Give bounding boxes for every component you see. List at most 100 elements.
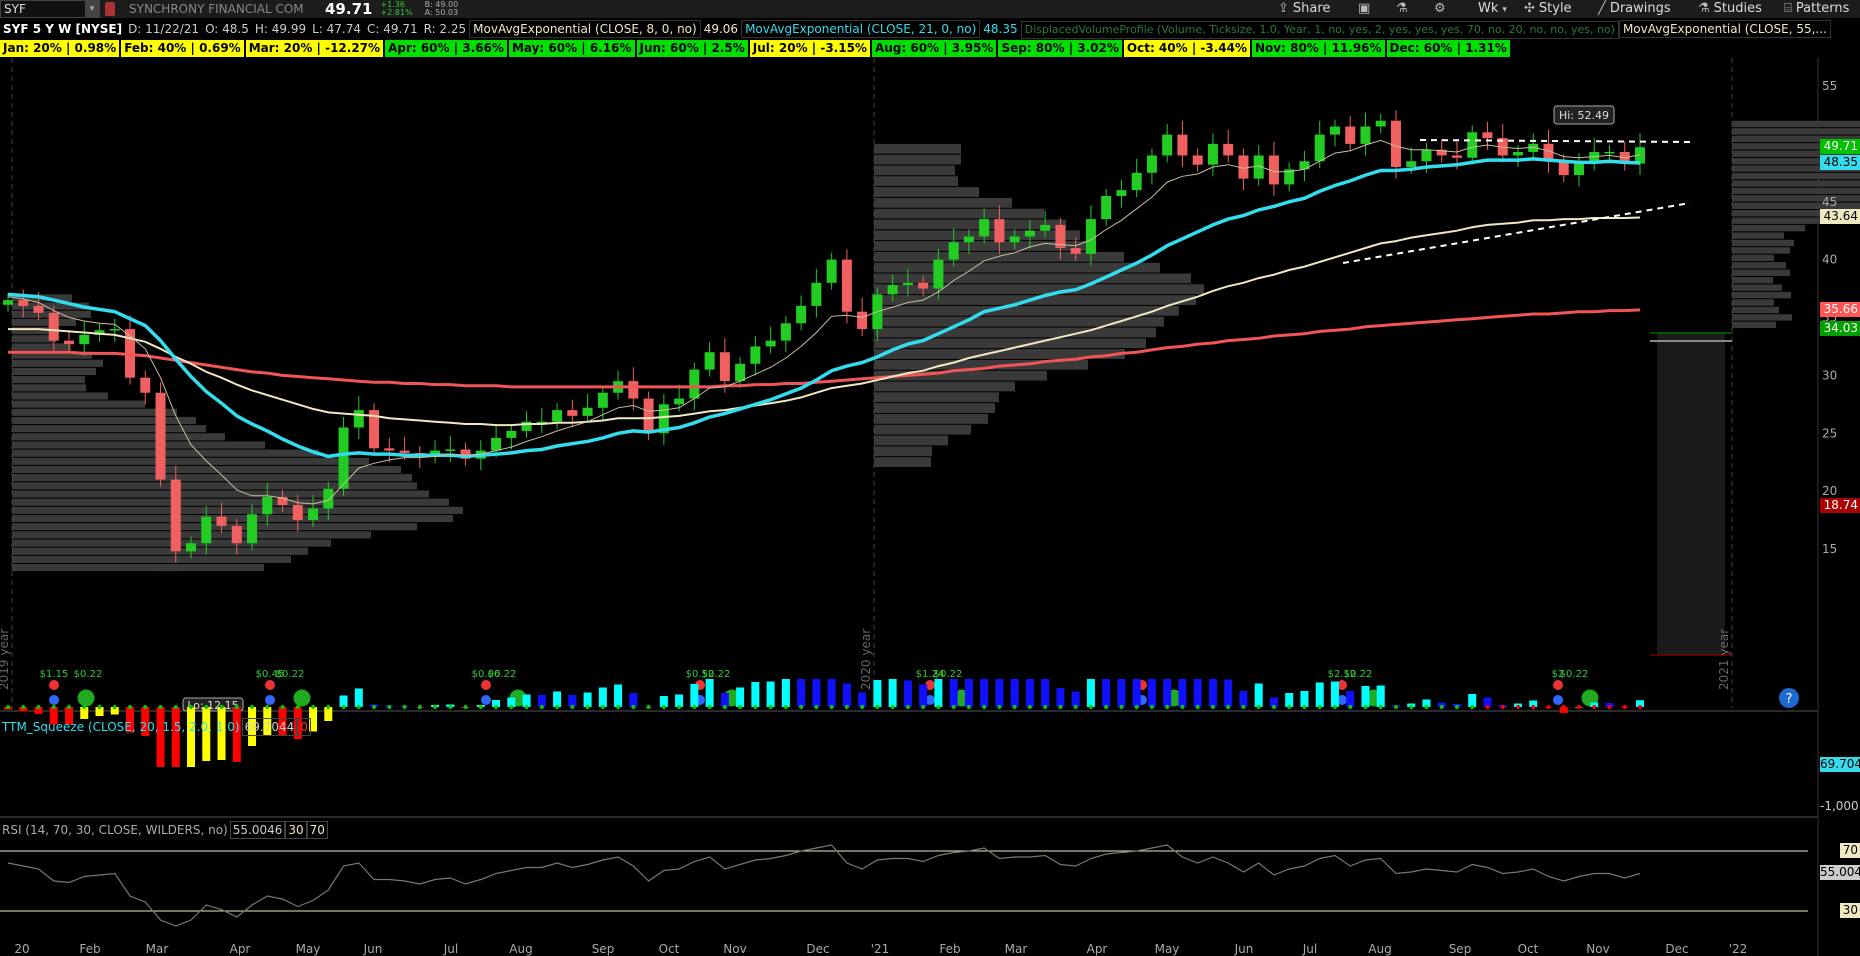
year-labels: 2019 year 2020 year 2021 year xyxy=(0,629,1731,690)
rsi-line[interactable] xyxy=(7,844,1641,927)
info-icon[interactable] xyxy=(49,695,59,705)
squeeze-bar xyxy=(629,693,638,707)
patterns-button[interactable]: ⌸ Patterns xyxy=(1784,0,1849,18)
squeeze-dot xyxy=(173,705,178,709)
candle xyxy=(1070,248,1081,254)
link-color-icon[interactable] xyxy=(105,2,115,16)
drawings-button[interactable]: ╱ Drawings xyxy=(1598,0,1671,18)
dividend-icon[interactable] xyxy=(77,689,95,707)
volume-profile-bar xyxy=(12,433,225,441)
candle xyxy=(1421,149,1432,162)
squeeze-bar xyxy=(1102,679,1111,707)
squeeze-dot xyxy=(692,705,697,709)
squeeze-dot xyxy=(631,705,636,709)
ema21-line[interactable] xyxy=(7,157,1641,459)
time-tick-label: Nov xyxy=(723,942,746,956)
studies-label: Studies xyxy=(1713,1,1762,16)
candle xyxy=(201,516,212,544)
low-readout: L: 47.74 xyxy=(312,22,362,36)
squeeze-bar xyxy=(324,707,333,721)
ema21-study-label[interactable]: MovAvgExponential (CLOSE, 21, 0, no) xyxy=(741,20,981,38)
squeeze-bar xyxy=(1056,688,1065,707)
volume-profile-bar xyxy=(12,547,308,555)
squeeze-bar xyxy=(1041,679,1050,707)
dividend-icon[interactable] xyxy=(293,689,311,707)
candle xyxy=(582,407,593,416)
timeframe-button[interactable]: Wk ▾ xyxy=(1478,0,1511,18)
info-icon[interactable] xyxy=(481,695,491,705)
candle xyxy=(948,242,959,260)
earnings-icon[interactable] xyxy=(265,680,275,690)
candle xyxy=(857,311,868,330)
volume-profile-bar xyxy=(12,376,85,384)
squeeze-bar xyxy=(1254,683,1263,707)
squeeze-dot xyxy=(921,705,926,709)
candle xyxy=(1207,143,1218,165)
seasonality-month-11: Nov: 80% | 11.96% xyxy=(1252,40,1385,57)
candle xyxy=(735,363,746,382)
volume-profile-bar xyxy=(874,187,979,197)
help-icon-glyph: ? xyxy=(1786,692,1793,707)
symbol-input[interactable]: SYF ▾ xyxy=(0,0,100,18)
open-readout: O: 48.5 xyxy=(205,22,249,36)
net-change: +1.36 +2.81% xyxy=(380,1,412,17)
info-icon[interactable] xyxy=(265,695,275,705)
info-icon[interactable] xyxy=(1553,695,1563,705)
ema55-line[interactable] xyxy=(8,216,1641,427)
time-tick-label: '22 xyxy=(1729,942,1748,956)
squeeze-dot xyxy=(448,705,453,709)
dividend-label: $0.22 xyxy=(488,669,517,680)
rsi-lower-level: 30 xyxy=(285,821,307,839)
ema55-study-label[interactable]: MovAvgExponential (CLOSE, 55,... xyxy=(1618,20,1831,38)
squeeze-dot xyxy=(966,705,971,709)
grid-button[interactable]: ▣ xyxy=(1358,0,1374,18)
squeeze-bar xyxy=(964,679,973,707)
share-button[interactable]: ⇪ Share xyxy=(1278,0,1330,18)
candle xyxy=(64,340,75,345)
flask-button[interactable]: ⚗ xyxy=(1396,0,1412,18)
candle xyxy=(231,525,242,544)
earnings-icon[interactable] xyxy=(481,680,491,690)
time-tick-label: Nov xyxy=(1586,942,1609,956)
ema8-line[interactable] xyxy=(7,139,1641,505)
rsi-study-label[interactable]: RSI (14, 70, 30, CLOSE, WILDERS, no) xyxy=(0,822,230,838)
volume-profile-bar xyxy=(12,400,145,408)
squeeze-bar xyxy=(1300,691,1309,707)
volume-profile-bar xyxy=(1732,202,1860,210)
moving-averages xyxy=(7,139,1641,505)
squeeze-dot xyxy=(585,705,590,709)
squeeze-bar xyxy=(903,680,912,707)
seasonality-month-4: Apr: 60% | 3.66% xyxy=(385,40,507,57)
trendline-lower[interactable] xyxy=(1342,202,1691,264)
price-tick-label: 20 xyxy=(1822,484,1837,498)
studies-button[interactable]: ⚗ Studies xyxy=(1698,0,1762,18)
squeeze-dot xyxy=(341,705,346,709)
price-tick-label: 45 xyxy=(1822,195,1837,209)
style-button[interactable]: ✣ Style xyxy=(1524,0,1572,18)
grid-icon: ▣ xyxy=(1358,1,1371,16)
earnings-icon[interactable] xyxy=(1553,680,1563,690)
volume-profile-bar xyxy=(874,457,931,467)
price-tag: 48.35 xyxy=(1820,154,1860,170)
candle xyxy=(155,392,166,480)
squeeze-study-label[interactable]: TTM_Squeeze (CLOSE, 20, 1.5, 2.0, 1.0) xyxy=(0,719,242,735)
settings-button[interactable]: ⚙ xyxy=(1434,0,1450,18)
candle xyxy=(1223,143,1234,156)
volume-profile-bar xyxy=(1732,239,1794,247)
trendline-upper[interactable] xyxy=(1419,139,1691,143)
chevron-down-icon: ▾ xyxy=(1502,5,1507,15)
squeeze-dot xyxy=(661,705,666,709)
chart-title: SYF 5 Y W [NYSE] xyxy=(0,21,126,37)
volume-profile-bar xyxy=(874,176,958,187)
volume-profile-study-label[interactable]: DisplacedVolumeProfile (Volume, Ticksize… xyxy=(1020,21,1619,39)
earnings-icon[interactable] xyxy=(49,680,59,690)
ema8-study-label[interactable]: MovAvgExponential (CLOSE, 8, 0, no) xyxy=(469,20,701,38)
squeeze-bar xyxy=(919,684,928,707)
symbol-dropdown-icon[interactable]: ▾ xyxy=(85,1,99,17)
squeeze-dot xyxy=(1012,705,1017,709)
style-icon: ✣ xyxy=(1524,1,1535,16)
time-axis[interactable]: 20 Feb Mar Apr May Jun Jul Aug Sep Oct Nov Dec '21 Fe… xyxy=(14,942,1747,956)
seasonality-month-1: Jan: 20% | 0.98% xyxy=(0,40,120,57)
candle xyxy=(887,285,898,295)
squeeze-dot xyxy=(860,705,865,709)
